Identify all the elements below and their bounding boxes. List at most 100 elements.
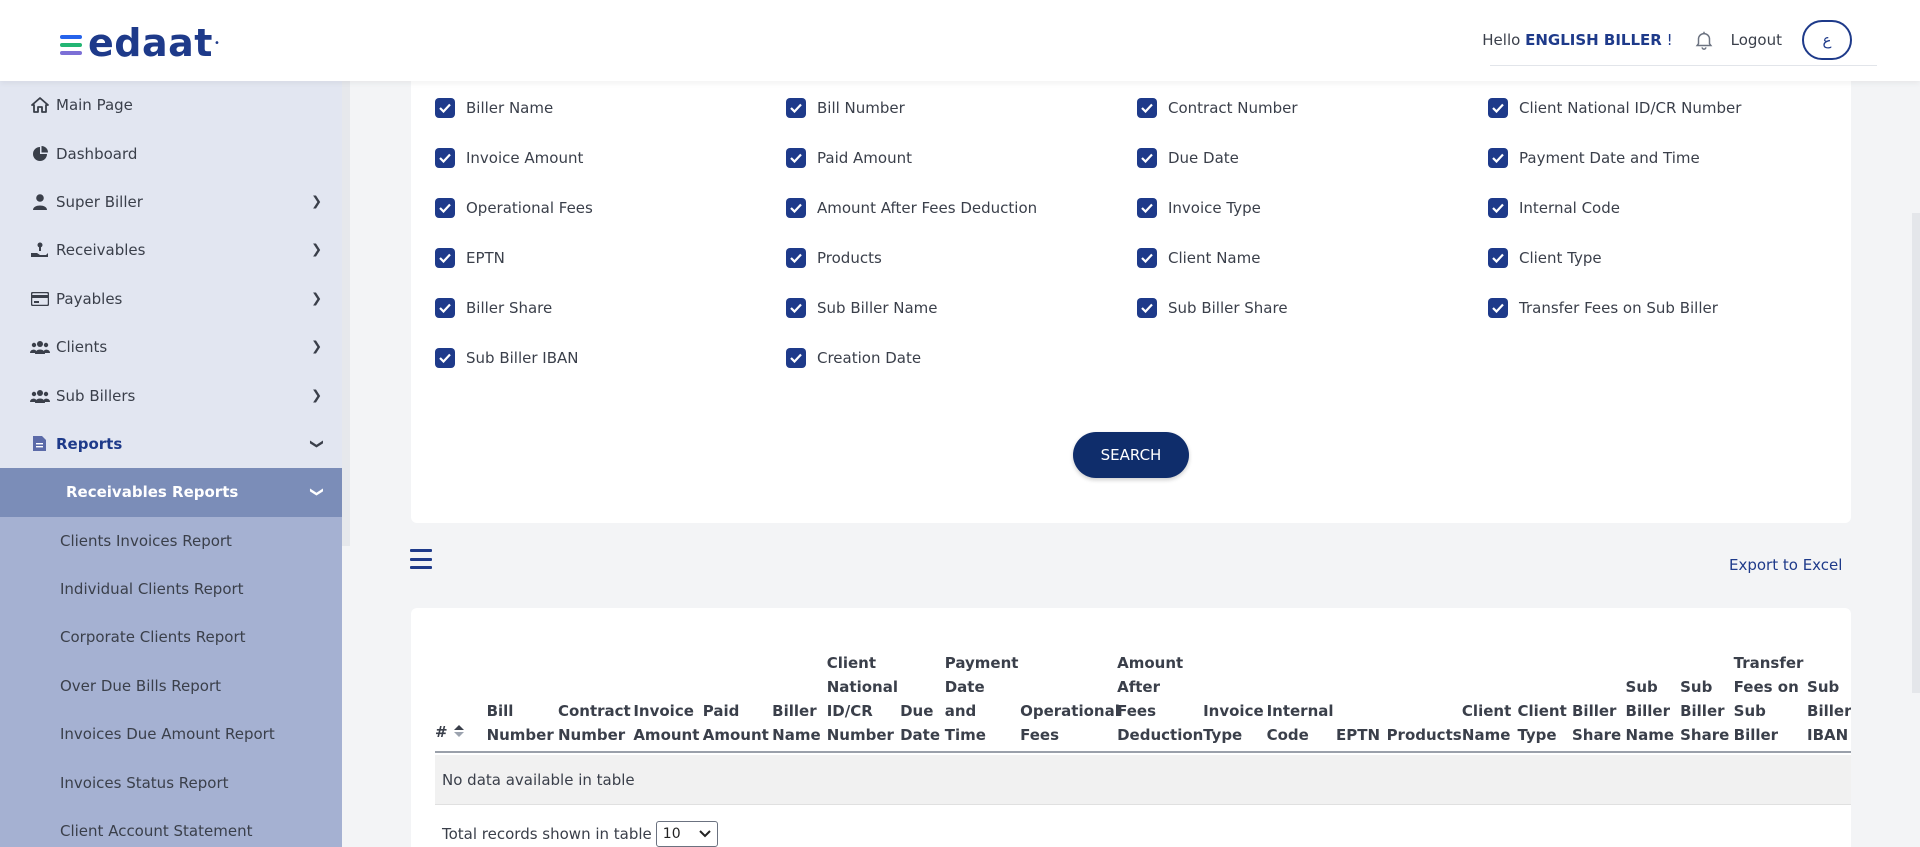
page-size-select[interactable]: 10 (655, 821, 718, 847)
sidebar-item-sub-billers[interactable]: Sub Billers ❯ (0, 371, 342, 419)
filter-checkbox-item[interactable]: Invoice Type (1137, 198, 1488, 218)
filter-checkbox-item[interactable]: Invoice Amount (435, 148, 786, 168)
language-toggle-button[interactable]: ع (1802, 20, 1852, 60)
checkbox-checked-icon[interactable] (786, 198, 806, 218)
table-column-header[interactable]: Paid Amount (703, 699, 772, 751)
filter-checkbox-item[interactable]: Client Type (1488, 248, 1839, 268)
sidebar-subitem-over-due-bills-report[interactable]: Over Due Bills Report (0, 662, 342, 710)
sidebar-scrollbar-track[interactable] (342, 81, 350, 546)
table-column-header[interactable]: Biller Name (772, 699, 827, 751)
table-column-header[interactable]: Bill Number (487, 699, 558, 751)
export-to-excel-link[interactable]: Export to Excel (1729, 556, 1842, 574)
filter-checkbox-item[interactable]: Due Date (1137, 148, 1488, 168)
filter-checkbox-item[interactable]: Contract Number (1137, 98, 1488, 118)
checkbox-checked-icon[interactable] (786, 148, 806, 168)
sidebar-subitem-clients-invoices-report[interactable]: Clients Invoices Report (0, 517, 342, 565)
filter-checkbox-item[interactable]: Sub Biller Share (1137, 298, 1488, 318)
table-column-header[interactable]: Invoice Type (1203, 699, 1266, 751)
hamburger-menu-icon[interactable] (410, 549, 432, 569)
checkbox-checked-icon[interactable] (435, 98, 455, 118)
filter-checkbox-item[interactable]: Sub Biller Name (786, 298, 1137, 318)
sidebar-item-main-page[interactable]: Main Page (0, 81, 342, 129)
table-column-header[interactable]: Internal Code (1267, 699, 1336, 751)
checkbox-checked-icon[interactable] (1137, 98, 1157, 118)
filter-checkbox-item[interactable]: Payment Date and Time (1488, 148, 1839, 168)
sidebar-item-clients[interactable]: Clients ❯ (0, 323, 342, 371)
table-column-header[interactable]: Sub Biller Name (1626, 675, 1681, 751)
checkbox-checked-icon[interactable] (786, 98, 806, 118)
checkbox-checked-icon[interactable] (435, 298, 455, 318)
sidebar-item-super-biller[interactable]: Super Biller ❯ (0, 178, 342, 226)
home-icon (30, 96, 50, 114)
filter-checkbox-item[interactable]: Bill Number (786, 98, 1137, 118)
checkbox-checked-icon[interactable] (1137, 198, 1157, 218)
sidebar-subitem-corporate-clients-report[interactable]: Corporate Clients Report (0, 613, 342, 661)
filter-checkbox-item[interactable]: Biller Share (435, 298, 786, 318)
table-column-header[interactable]: Invoice Amount (633, 699, 702, 751)
filter-checkbox-item[interactable]: Transfer Fees on Sub Biller (1488, 298, 1839, 318)
filter-checkbox-item[interactable]: Internal Code (1488, 198, 1839, 218)
table-column-header[interactable]: Client National ID/CR Number (827, 651, 900, 751)
checkbox-checked-icon[interactable] (1488, 298, 1508, 318)
logo-bars-icon (60, 35, 82, 55)
table-column-header[interactable]: Due Date (900, 699, 945, 751)
checkbox-checked-icon[interactable] (1137, 148, 1157, 168)
sidebar-subitem-client-account-statement[interactable]: Client Account Statement (0, 807, 342, 847)
bell-icon[interactable] (1693, 29, 1715, 51)
filter-checkbox-item[interactable]: Operational Fees (435, 198, 786, 218)
checkbox-checked-icon[interactable] (786, 298, 806, 318)
search-button[interactable]: SEARCH (1073, 432, 1189, 478)
checkbox-checked-icon[interactable] (786, 248, 806, 268)
checkbox-checked-icon[interactable] (1137, 298, 1157, 318)
filter-checkbox-item[interactable]: Products (786, 248, 1137, 268)
column-header-label: Payment Date and Time (944, 654, 1019, 744)
checkbox-checked-icon[interactable] (435, 348, 455, 368)
sidebar-subitem-invoices-due-amount-report[interactable]: Invoices Due Amount Report (0, 710, 342, 758)
table-column-header[interactable]: # (435, 720, 487, 751)
column-header-label: Bill Number (486, 702, 554, 744)
filter-checkbox-item[interactable]: Biller Name (435, 98, 786, 118)
sidebar-item-reports[interactable]: Reports ❯ (0, 420, 342, 468)
table-column-header[interactable]: Payment Date and Time (945, 651, 1020, 751)
sidebar-item-receivables[interactable]: Receivables ❯ (0, 226, 342, 274)
table-column-header[interactable]: Biller Share (1572, 699, 1626, 751)
filter-checkbox-item[interactable]: Paid Amount (786, 148, 1137, 168)
sort-icon[interactable] (453, 723, 464, 747)
table-column-header[interactable]: Contract Number (558, 699, 633, 751)
table-column-header[interactable]: Client Type (1517, 699, 1572, 751)
sidebar-subitem-individual-clients-report[interactable]: Individual Clients Report (0, 565, 342, 613)
table-column-header[interactable]: Client Name (1462, 699, 1518, 751)
filter-checkbox-item[interactable]: Client National ID/CR Number (1488, 98, 1839, 118)
filter-checkbox-row: Sub Biller IBAN Creation Date (435, 348, 1851, 368)
table-column-header[interactable]: EPTN (1336, 723, 1387, 751)
main-scrollbar[interactable] (1912, 213, 1920, 693)
filter-checkbox-item[interactable]: Client Name (1137, 248, 1488, 268)
table-column-header[interactable]: Sub Biller IBAN (1807, 675, 1851, 751)
sidebar-subitem-invoices-status-report[interactable]: Invoices Status Report (0, 758, 342, 806)
filter-checkbox-item[interactable]: Sub Biller IBAN (435, 348, 786, 368)
logout-link[interactable]: Logout (1731, 31, 1782, 49)
table-column-header[interactable]: Amount After Fees Deduction (1117, 651, 1203, 751)
checkbox-checked-icon[interactable] (1488, 148, 1508, 168)
table-column-header[interactable]: Transfer Fees on Sub Biller (1734, 651, 1807, 751)
checkbox-checked-icon[interactable] (435, 198, 455, 218)
checkbox-checked-icon[interactable] (786, 348, 806, 368)
checkbox-checked-icon[interactable] (1488, 198, 1508, 218)
sidebar-item-dashboard[interactable]: Dashboard (0, 129, 342, 177)
sidebar-item-payables[interactable]: Payables ❯ (0, 275, 342, 323)
filter-checkbox-label: Client Type (1519, 249, 1602, 267)
table-column-header[interactable]: Sub Biller Share (1680, 675, 1734, 751)
filter-checkbox-item[interactable]: Amount After Fees Deduction (786, 198, 1137, 218)
edaat-logo[interactable]: edaat • (60, 24, 220, 62)
table-column-header[interactable]: Products (1387, 723, 1462, 751)
checkbox-checked-icon[interactable] (1488, 98, 1508, 118)
sidebar-item-label: Sub Billers (56, 386, 136, 405)
filter-checkbox-item[interactable]: EPTN (435, 248, 786, 268)
table-column-header[interactable]: Operational Fees (1020, 699, 1120, 751)
checkbox-checked-icon[interactable] (1137, 248, 1157, 268)
filter-checkbox-item[interactable]: Creation Date (786, 348, 1137, 368)
checkbox-checked-icon[interactable] (435, 148, 455, 168)
checkbox-checked-icon[interactable] (435, 248, 455, 268)
sidebar-item-receivables-reports[interactable]: Receivables Reports ❯ (0, 468, 342, 517)
checkbox-checked-icon[interactable] (1488, 248, 1508, 268)
